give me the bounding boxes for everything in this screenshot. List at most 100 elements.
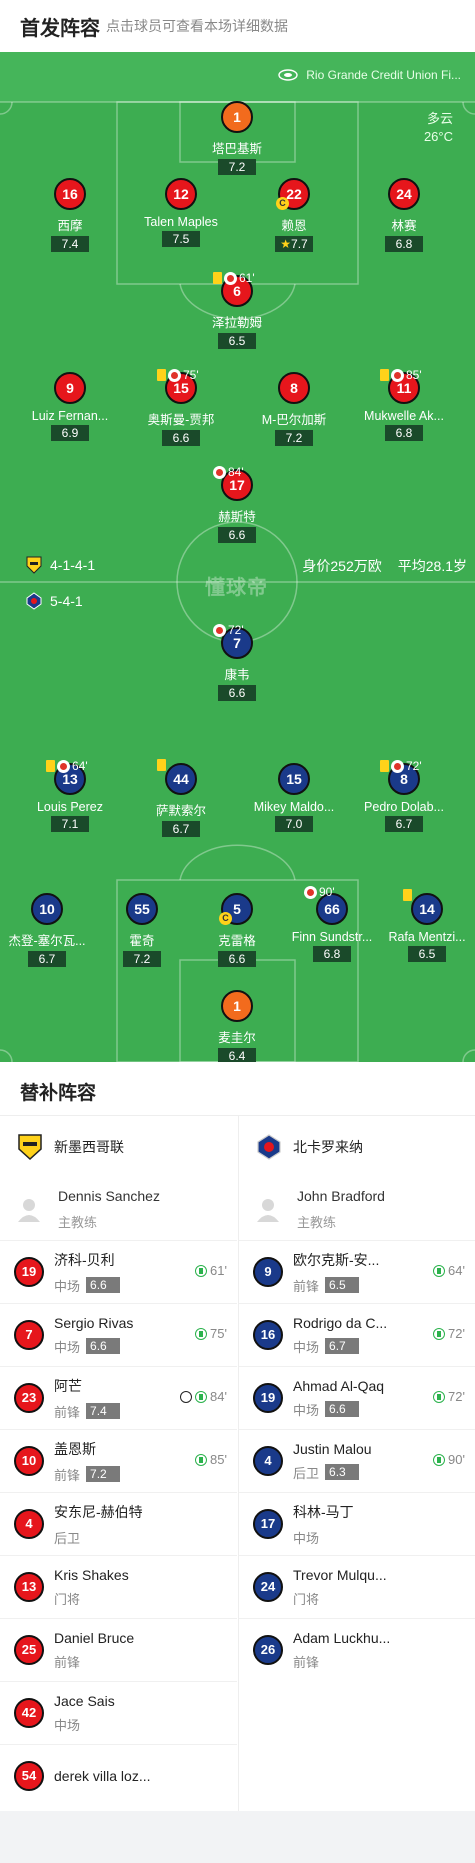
sub-player[interactable]: 7 Sergio Rivas 中场 6.6 75' bbox=[0, 1303, 237, 1366]
player-rating: ★7.7 bbox=[275, 236, 313, 252]
bench-header: 替补阵容 bbox=[0, 1062, 475, 1116]
sub-on-icon bbox=[433, 1327, 446, 1340]
player-name: 赖恩 bbox=[281, 219, 307, 233]
player-number: 13 bbox=[14, 1572, 44, 1602]
sub-on-info: 72' bbox=[433, 1326, 465, 1341]
player-away-cm2[interactable]: 15 Mikey Maldo... 7.0 bbox=[234, 763, 354, 833]
sub-off-icon bbox=[168, 368, 181, 382]
player-rating: 6.6 bbox=[86, 1277, 121, 1293]
sub-player[interactable]: 9 欧尔克斯-安... 前锋 6.5 64' bbox=[239, 1240, 475, 1303]
player-name: Kris Shakes bbox=[54, 1566, 129, 1583]
player-name: Justin Malou bbox=[293, 1440, 372, 1457]
player-home-rb[interactable]: 24 林赛 6.8 bbox=[344, 178, 464, 253]
sub-player[interactable]: 54 derek villa loz... bbox=[0, 1744, 237, 1807]
player-home-dm[interactable]: 6 61' 泽拉勒姆 6.5 bbox=[177, 271, 297, 350]
sub-player[interactable]: 13 Kris Shakes 门将 bbox=[0, 1555, 237, 1618]
sub-off-icon bbox=[391, 368, 404, 382]
player-home-cb2[interactable]: 22 C 赖恩 ★7.7 bbox=[234, 178, 354, 253]
team-avg-age: 平均28.1岁 bbox=[397, 558, 467, 574]
player-home-rm[interactable]: 11 85' Mukwelle Ak... 6.8 bbox=[344, 368, 464, 442]
goal-ball-icon bbox=[180, 1390, 193, 1403]
away-team-head[interactable]: 北卡罗来纳 bbox=[239, 1116, 475, 1178]
event-marks: 90' bbox=[278, 885, 335, 899]
player-rating: 7.2 bbox=[218, 159, 256, 175]
sub-on-icon bbox=[195, 1327, 208, 1340]
player-home-gk[interactable]: 1 塔巴基斯 7.2 bbox=[177, 101, 297, 176]
player-name: Daniel Bruce bbox=[54, 1629, 135, 1646]
player-name: 塔巴基斯 bbox=[211, 142, 262, 156]
player-rating: 7.4 bbox=[86, 1403, 121, 1419]
player-home-lm[interactable]: 9 Luiz Fernan... 6.9 bbox=[10, 372, 130, 442]
sub-player[interactable]: 4 Justin Malou 后卫 6.3 90' bbox=[239, 1429, 475, 1492]
player-name: Ahmad Al-Qaq bbox=[293, 1377, 385, 1394]
player-rating: 6.7 bbox=[325, 1338, 360, 1354]
player-name: 济科-贝利 bbox=[54, 1251, 115, 1268]
sub-on-icon bbox=[433, 1453, 446, 1466]
stadium-info: Rio Grande Credit Union Fi... bbox=[278, 68, 461, 82]
player-rating: 7.0 bbox=[275, 816, 313, 832]
player-away-gk[interactable]: 1 麦圭尔 6.4 bbox=[177, 990, 297, 1062]
player-away-rwb[interactable]: 14 Rafa Mentzi... 6.5 bbox=[367, 889, 475, 963]
sub-player[interactable]: 23 阿芒 前锋 7.4 84' bbox=[0, 1366, 237, 1429]
yellow-card-icon bbox=[380, 760, 389, 772]
player-rating: 7.2 bbox=[86, 1466, 121, 1482]
pitch: Rio Grande Credit Union Fi... 多云 26°C 懂球… bbox=[0, 52, 475, 1062]
sub-player[interactable]: 17 科林-马丁 中场 bbox=[239, 1492, 475, 1555]
player-rating: 7.1 bbox=[51, 816, 89, 832]
player-home-cb1[interactable]: 12 Talen Maples 7.5 bbox=[121, 178, 241, 248]
player-away-st[interactable]: 7 72' 康韦 6.6 bbox=[177, 623, 297, 702]
sub-player[interactable]: 42 Jace Sais 中场 bbox=[0, 1681, 237, 1744]
home-team-head[interactable]: 新墨西哥联 bbox=[0, 1116, 237, 1178]
coach[interactable]: Dennis Sanchez 主教练 bbox=[0, 1178, 237, 1240]
player-position: 中场 bbox=[54, 1278, 81, 1294]
player-number: 10 bbox=[14, 1446, 44, 1476]
player-home-cm2[interactable]: 8 M-巴尔加斯 7.2 bbox=[234, 372, 354, 447]
player-away-cm1[interactable]: 44 萨默索尔 6.7 bbox=[121, 759, 241, 838]
captain-badge: C bbox=[219, 912, 232, 925]
coach-role: 主教练 bbox=[297, 1214, 337, 1230]
weather-text: 多云 bbox=[426, 111, 453, 126]
sub-on-icon bbox=[433, 1264, 446, 1277]
player-away-lm[interactable]: 13 64' Louis Perez 7.1 bbox=[10, 759, 130, 833]
event-marks: 61' bbox=[213, 271, 255, 285]
team-value: 身价252万欧 bbox=[302, 558, 382, 574]
team-name: 新墨西哥联 bbox=[54, 1139, 124, 1155]
player-name: derek villa loz... bbox=[54, 1768, 151, 1784]
player-number: 26 bbox=[253, 1635, 283, 1665]
player-number: 42 bbox=[14, 1698, 44, 1728]
sub-player[interactable]: 16 Rodrigo da C... 中场 6.7 72' bbox=[239, 1303, 475, 1366]
player-number: 9 bbox=[253, 1257, 283, 1287]
sub-off-icon bbox=[213, 465, 226, 479]
yellow-card-icon bbox=[46, 760, 55, 772]
sub-player[interactable]: 10 盖恩斯 前锋 7.2 85' bbox=[0, 1429, 237, 1492]
home-formation: 4-1-4-1 bbox=[26, 556, 95, 574]
sub-player[interactable]: 4 安东尼-赫伯特 后卫 bbox=[0, 1492, 237, 1555]
player-name: 科林-马丁 bbox=[293, 1503, 354, 1520]
player-home-cm1[interactable]: 15 75' 奥斯曼-贾邦 6.6 bbox=[121, 368, 241, 447]
player-rating: 7.5 bbox=[162, 231, 200, 247]
player-position: 门将 bbox=[54, 1591, 81, 1607]
coach-role: 主教练 bbox=[58, 1214, 98, 1230]
sub-player[interactable]: 25 Daniel Bruce 前锋 bbox=[0, 1618, 237, 1681]
player-home-st[interactable]: 17 84' 赫斯特 6.6 bbox=[177, 465, 297, 544]
player-position: 前锋 bbox=[293, 1654, 320, 1670]
sub-player[interactable]: 26 Adam Luckhu... 前锋 bbox=[239, 1618, 475, 1681]
player-name: 萨默索尔 bbox=[155, 804, 206, 818]
player-number: 7 bbox=[14, 1320, 44, 1350]
coach-name: Dennis Sanchez bbox=[58, 1187, 160, 1204]
page-title: 首发阵容 bbox=[20, 18, 100, 40]
player-name: M-巴尔加斯 bbox=[261, 413, 327, 427]
event-marks: 75' bbox=[157, 368, 199, 382]
sub-player[interactable]: 19 济科-贝利 中场 6.6 61' bbox=[0, 1240, 237, 1303]
yellow-card-icon bbox=[403, 889, 412, 901]
player-home-lb[interactable]: 16 西摩 7.4 bbox=[10, 178, 130, 253]
coach[interactable]: John Bradford 主教练 bbox=[239, 1178, 475, 1240]
sub-player[interactable]: 24 Trevor Mulqu... 门将 bbox=[239, 1555, 475, 1618]
event-marks bbox=[403, 889, 412, 901]
sub-off-icon bbox=[304, 885, 317, 899]
sub-player[interactable]: 19 Ahmad Al-Qaq 中场 6.6 72' bbox=[239, 1366, 475, 1429]
player-away-rm[interactable]: 8 72' Pedro Dolab... 6.7 bbox=[344, 759, 464, 833]
page-subtitle: 点击球员可查看本场详细数据 bbox=[106, 18, 288, 34]
player-number: 55 bbox=[126, 893, 158, 925]
away-bench: 北卡罗来纳 John Bradford 主教练 9 欧尔克斯-安... 前锋 6.5 … bbox=[238, 1116, 475, 1811]
